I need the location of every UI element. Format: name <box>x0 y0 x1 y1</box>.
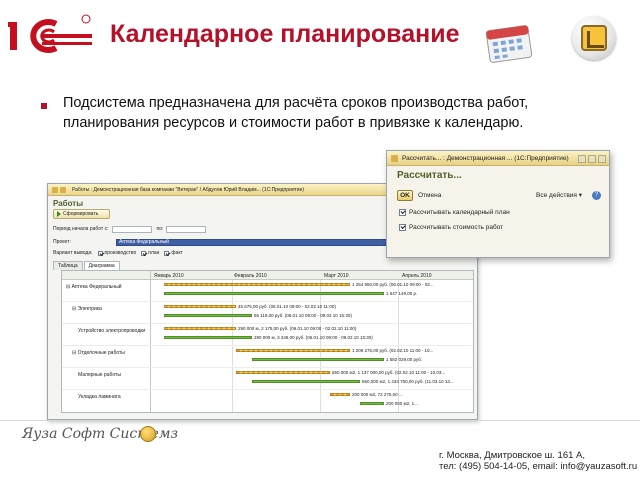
plan-bar-label: 650 000 м2, 1 137 000,00 руб. (02.02.10 … <box>332 370 446 375</box>
plan-bar-label: 200 000 м2, 72 275,00 ... <box>352 392 403 397</box>
generate-button-label: Сформировать <box>63 211 99 217</box>
month-jan: Январь 2010 <box>154 273 184 279</box>
dialog-title-bar: Рассчитать... : Демонстрационная ... (1С… <box>387 151 609 166</box>
fact-bar-label: 650,000 м2, 1 434 750,00 руб. (11.03.10 … <box>362 379 454 384</box>
plan-bar-label: 1 209 275,00 руб. (02.02.10 11:00 - 10..… <box>352 348 434 353</box>
cancel-button[interactable]: Отмена <box>418 192 441 199</box>
work-cost-checkbox[interactable] <box>399 224 406 231</box>
gantt-row-name: Малярные работы <box>78 372 121 378</box>
plan-bar <box>164 327 236 330</box>
option-plan-checkbox[interactable] <box>141 250 147 256</box>
slide-title: Календарное планирование <box>110 20 460 48</box>
app-icon <box>52 186 58 193</box>
contact-info: г. Москва, Дмитровское ш. 161 А, тел: (4… <box>439 450 637 472</box>
fact-bar <box>252 380 360 383</box>
fact-bar-label: 1 647 149,00 р. <box>386 291 418 296</box>
fact-bar-label: 200 000 м2, 1... <box>386 401 418 406</box>
fact-bar <box>164 336 252 339</box>
output-variant-label: Вариант вывода: <box>53 250 93 256</box>
option-fact-checkbox[interactable] <box>164 250 170 256</box>
tab-diagram[interactable]: Диаграмма <box>83 261 120 270</box>
gantt-row[interactable]: ⊟ Электрика 45 675,00 руб. (06.01.10 09:… <box>62 302 473 324</box>
gantt-row-name: ⊟ Аптека Федеральный <box>66 284 122 290</box>
period-label: Период начала работ с: <box>53 226 109 232</box>
period-row: Период начала работ с: по: <box>53 225 207 233</box>
gantt-chart: Январь 2010 Февраль 2010 Март 2010 Апрел… <box>61 270 474 413</box>
fact-bar-label: 1 582 029,00 руб. <box>386 357 423 362</box>
calendar-icon <box>485 25 533 63</box>
star-icon[interactable] <box>60 186 66 193</box>
period-to-label: по: <box>156 226 164 232</box>
option-fact-label: факт <box>171 250 183 256</box>
plan-bar <box>164 283 350 286</box>
calculate-dialog: Рассчитать... : Демонстрационная ... (1С… <box>386 150 610 258</box>
plan-bar <box>236 349 350 352</box>
option-production-checkbox[interactable] <box>97 250 103 256</box>
play-icon <box>57 211 61 217</box>
tab-strip: Таблица Диаграмма <box>53 261 120 270</box>
bullet-marker <box>41 103 47 109</box>
plan-bar-label: 45 675,00 руб. (06.01.10 09:00 - 02.02.1… <box>238 304 336 309</box>
minimize-button[interactable] <box>578 155 586 163</box>
plan-bar-label: 290 000 м, 2 175,00 руб. (06.01.10 09:00… <box>238 326 357 331</box>
fact-bar-label: 290 000 м, 3 348,00 руб. (06.01.10 09:00… <box>254 335 373 340</box>
dialog-heading: Рассчитать... <box>397 170 462 181</box>
calendar-plan-checkbox[interactable] <box>399 209 406 216</box>
address-line: г. Москва, Дмитровское ш. 161 А, <box>439 450 586 461</box>
window-title: Работы : Демонстрационная база компании … <box>72 186 305 193</box>
gantt-row[interactable]: ⊟ Отделочные работы 1 209 275,00 руб. (0… <box>62 346 473 368</box>
generate-button[interactable]: Сформировать <box>53 209 110 219</box>
corner-brand-icon <box>572 16 616 60</box>
dialog-command-bar: OK Отмена Все действия ▾ ? <box>397 189 601 201</box>
output-variant-row: Вариант вывода: производство план факт <box>53 249 183 257</box>
gantt-row-name: ⊟ Электрика <box>72 306 102 312</box>
gantt-row[interactable]: Укладка ламината 200 000 м2, 72 275,00 .… <box>62 390 473 412</box>
gantt-row[interactable]: ⊟ Аптека Федеральный 1 254 950,00 руб. (… <box>62 280 473 302</box>
plan-bar <box>330 393 350 396</box>
help-icon[interactable]: ? <box>592 190 601 200</box>
plan-bar-label: 1 254 950,00 руб. (06.01.10 09:00 - 02..… <box>352 282 434 287</box>
app-icon <box>391 154 398 162</box>
month-feb: Февраль 2010 <box>234 273 267 279</box>
month-mar: Март 2010 <box>324 273 349 279</box>
maximize-button[interactable] <box>588 155 596 163</box>
dialog-title: Рассчитать... : Демонстрационная ... (1С… <box>402 154 569 162</box>
option-plan-label: план <box>148 250 160 256</box>
gantt-row-name: Укладка ламината <box>78 394 121 400</box>
month-apr: Апрель 2010 <box>402 273 432 279</box>
fact-bar <box>252 358 384 361</box>
work-cost-label: Рассчитывать стоимость работ <box>409 224 504 231</box>
all-actions-menu[interactable]: Все действия ▾ <box>536 191 582 199</box>
option-calendar-plan[interactable]: Рассчитывать календарный план <box>399 209 510 216</box>
1c-logo-icon <box>8 14 92 53</box>
plan-bar <box>164 305 236 308</box>
option-production-label: производство <box>104 250 137 256</box>
gantt-row-name: Устройство электропроводки <box>78 328 146 334</box>
brand-coin-icon <box>140 426 156 442</box>
project-field[interactable]: Аптека Федеральный <box>116 238 396 246</box>
gantt-row[interactable]: Малярные работы 650 000 м2, 1 137 000,00… <box>62 368 473 390</box>
gantt-row-name: ⊟ Отделочные работы <box>72 350 125 356</box>
gantt-row[interactable]: Устройство электропроводки 290 000 м, 2 … <box>62 324 473 346</box>
project-row: Проект: Аптека Федеральный <box>53 238 396 246</box>
fact-bar <box>164 292 384 295</box>
period-to-field[interactable] <box>166 225 207 233</box>
fact-bar <box>164 314 252 317</box>
option-work-cost[interactable]: Рассчитывать стоимость работ <box>399 224 503 231</box>
tab-table[interactable]: Таблица <box>53 261 83 270</box>
calendar-plan-label: Рассчитывать календарный план <box>409 209 510 216</box>
fact-bar <box>360 402 384 405</box>
footer-divider <box>0 420 640 421</box>
close-button[interactable] <box>598 155 606 163</box>
period-from-field[interactable] <box>111 225 152 233</box>
plan-bar <box>236 371 330 374</box>
fact-bar-label: 65 119,00 руб. (06.01.10 09:00 - 09.02.1… <box>254 313 352 318</box>
gantt-month-header: Январь 2010 Февраль 2010 Март 2010 Апрел… <box>62 271 473 280</box>
ok-button[interactable]: OK <box>397 189 413 201</box>
project-label: Проект: <box>53 239 71 245</box>
slide-description: Подсистема предназначена для расчёта сро… <box>63 95 529 131</box>
contacts-line: тел: (495) 504-14-05, email: info@yauzas… <box>439 461 638 472</box>
